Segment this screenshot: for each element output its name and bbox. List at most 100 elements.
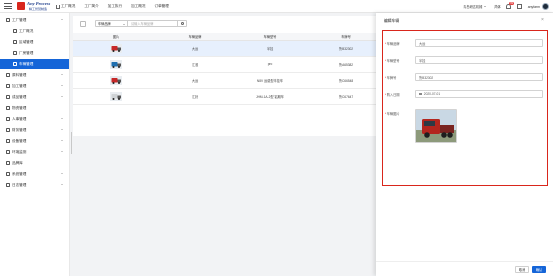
- logo-title: Any Process: [27, 1, 51, 6]
- table-row[interactable]: 江淮 pro 鲁A65382: [73, 56, 383, 73]
- sidebar-item-label: 加工管理: [12, 83, 27, 88]
- truck-thumbnail: [110, 75, 122, 85]
- sidebar-item-brands[interactable]: 品牌库: [0, 158, 69, 168]
- purchase-date-input[interactable]: 2020-07-01: [415, 90, 543, 98]
- brand-input[interactable]: 大运: [415, 39, 543, 47]
- column-header-model[interactable]: 车辆型号: [231, 33, 309, 41]
- sidebar-item-materials[interactable]: 原料管理: [0, 70, 69, 80]
- system-icon: [6, 172, 10, 176]
- edit-vehicle-drawer: 编辑车辆 × *车辆品牌 大运 *车辆型号 半挂 *车牌号 鲁B32302 *购…: [376, 13, 553, 276]
- top-nav: 工厂概况 工厂简介 加工执行 加工概况 订单管理: [56, 3, 178, 10]
- logo-mark-icon: [17, 2, 25, 10]
- drawer-footer: 取消 确认: [376, 261, 553, 276]
- sidebar-item-factory[interactable]: 工厂管理: [0, 15, 69, 25]
- model-cell: pro: [231, 56, 309, 73]
- nav-item-orders[interactable]: 订单管理: [155, 3, 169, 10]
- cancel-button[interactable]: 取消: [515, 266, 529, 273]
- plate-input[interactable]: 鲁B32302: [415, 73, 543, 81]
- table-header-row: 图片 车辆品牌 车辆型号 车牌号: [73, 33, 383, 41]
- chevron-down-icon: [61, 118, 63, 119]
- bell-icon[interactable]: 99: [505, 2, 514, 9]
- sidebar-item-supplies[interactable]: 物资管理: [0, 103, 69, 113]
- chevron-down-icon: [61, 173, 63, 174]
- environment-icon: [6, 150, 10, 154]
- nav-item-processing-overview[interactable]: 加工概况: [131, 3, 145, 10]
- nav-item-factory-intro[interactable]: 工厂简介: [84, 3, 98, 10]
- search-button[interactable]: [177, 21, 186, 26]
- notification-badge: 99: [509, 2, 514, 5]
- image-label: *车辆图片: [385, 112, 400, 116]
- search-field-select[interactable]: 车辆品牌: [96, 21, 128, 26]
- column-header-brand[interactable]: 车辆品牌: [159, 33, 231, 41]
- search-icon: [180, 22, 184, 25]
- sidebar-item-environment[interactable]: 环境监测: [0, 147, 69, 157]
- chevron-down-icon: [61, 140, 63, 141]
- org-select[interactable]: 青岛研达机械: [463, 4, 487, 10]
- message-icon[interactable]: [516, 4, 522, 9]
- purchase-date-value: 2020-07-01: [423, 92, 441, 96]
- user-name[interactable]: anyfarm: [528, 5, 540, 9]
- sidebar-item-products[interactable]: 成品管理: [0, 92, 69, 102]
- sidebar-item-label: 车辆管理: [19, 61, 34, 66]
- plate-cell: 鲁A65382: [309, 56, 383, 73]
- sidebar-item-hr[interactable]: 人事管理: [0, 114, 69, 124]
- sidebar-item-vehicles[interactable]: 车辆管理: [0, 59, 69, 69]
- plate-field: *车牌号 鲁B32302: [383, 73, 545, 82]
- sidebar-item-area[interactable]: 区域管理: [0, 37, 69, 47]
- supplies-icon: [6, 106, 10, 110]
- filter-icon[interactable]: [80, 21, 86, 27]
- sidebar-item-label: 厂房管理: [19, 50, 34, 55]
- menu-toggle-icon[interactable]: [4, 3, 12, 10]
- sidebar-item-logs[interactable]: 日志管理: [0, 180, 69, 190]
- avatar[interactable]: [542, 3, 549, 10]
- table-row[interactable]: 大运 半挂 鲁B32302: [73, 40, 383, 57]
- brand-cell: 江淮: [159, 56, 231, 73]
- search-input[interactable]: [128, 21, 177, 26]
- vehicle-thumbnail-cell: [73, 40, 159, 57]
- table-row[interactable]: 江铃 JHM-1A-2型 铝厢车 鲁C67647: [73, 88, 383, 105]
- sidebar-item-label: 财务管理: [12, 127, 27, 132]
- close-icon[interactable]: ×: [540, 18, 545, 23]
- confirm-button[interactable]: 确认: [532, 266, 546, 273]
- sidebar-item-processing[interactable]: 加工管理: [0, 81, 69, 91]
- plate-label: *车牌号: [385, 76, 397, 80]
- model-input[interactable]: 半挂: [415, 56, 543, 64]
- sidebar-item-label: 成品管理: [12, 94, 27, 99]
- vehicle-image-upload[interactable]: [415, 109, 457, 143]
- language-switch[interactable]: 简体: [494, 4, 500, 9]
- nav-item-processing[interactable]: 加工执行: [108, 3, 122, 10]
- sidebar-item-label: 环境监测: [12, 149, 27, 154]
- brand-icon: [6, 161, 10, 165]
- brand-label: *车辆品牌: [385, 42, 400, 46]
- chevron-up-icon: [61, 19, 63, 20]
- model-cell: N8V 运载型半挂车: [231, 72, 309, 89]
- chevron-down-icon: [61, 74, 63, 75]
- search-bar: 车辆品牌: [95, 20, 187, 27]
- sidebar-item-label: 人事管理: [12, 116, 27, 121]
- sidebar-item-label: 工厂管理: [12, 17, 27, 22]
- org-select-value: 青岛研达机械: [463, 5, 483, 9]
- column-header-image[interactable]: 图片: [73, 33, 159, 41]
- chevron-down-icon: [61, 184, 63, 185]
- sidebar-item-workshop[interactable]: 厂房管理: [0, 48, 69, 58]
- finance-icon: [6, 128, 10, 132]
- nav-item-factory-overview[interactable]: 工厂概况: [56, 3, 75, 10]
- truck-photo: [416, 110, 456, 142]
- sidebar-item-finance[interactable]: 财务管理: [0, 125, 69, 135]
- brand-cell: 江铃: [159, 88, 231, 105]
- table-row[interactable]: 大运 N8V 运载型半挂车 鲁C66548: [73, 72, 383, 89]
- sidebar-item-equipment[interactable]: 设备管理: [0, 136, 69, 146]
- column-header-plate[interactable]: 车牌号: [309, 33, 383, 41]
- image-field: *车辆图片: [383, 109, 545, 145]
- sidebar-item-factory-overview[interactable]: 工厂概况: [0, 26, 69, 36]
- logo-subtitle: 精工智慧制造: [29, 7, 48, 11]
- sidebar-scrollbar[interactable]: [71, 132, 72, 154]
- sidebar-item-label: 设备管理: [12, 138, 27, 143]
- sidebar-item-system[interactable]: 系统管理: [0, 169, 69, 179]
- vehicle-icon: [13, 62, 17, 66]
- plate-cell: 鲁C67647: [309, 88, 383, 105]
- model-cell: JHM-1A-2型 铝厢车: [231, 88, 309, 105]
- vehicle-form: *车辆品牌 大运 *车辆型号 半挂 *车牌号 鲁B32302 *购入日期 202…: [382, 30, 548, 186]
- log-icon: [6, 183, 10, 187]
- overview-icon: [13, 29, 17, 33]
